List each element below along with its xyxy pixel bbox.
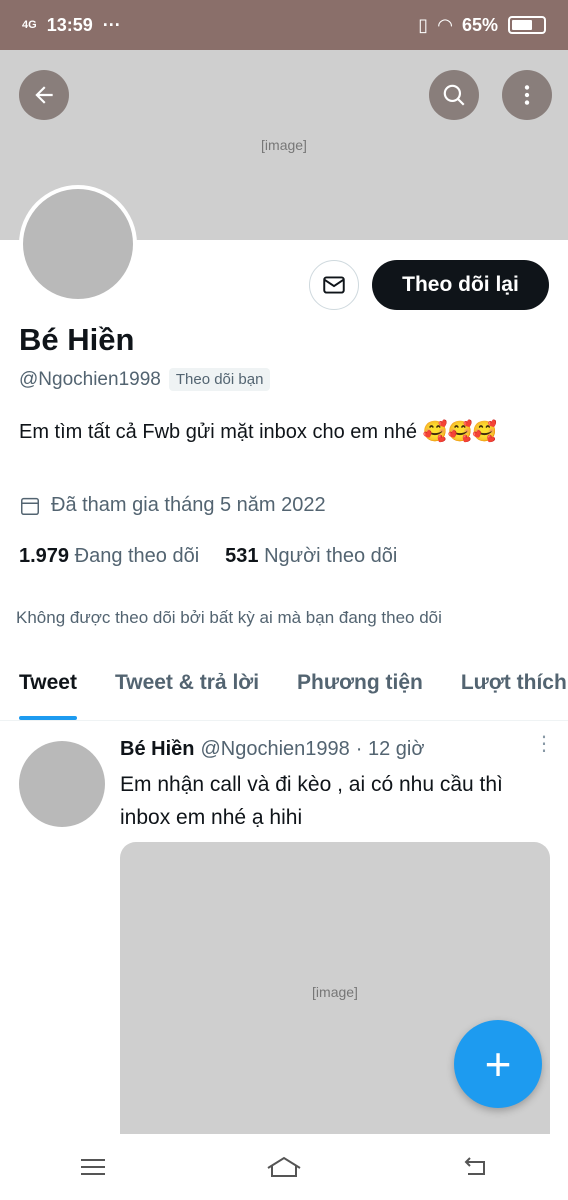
profile-name: Bé Hiền (19, 322, 135, 357)
home-icon[interactable] (264, 1154, 304, 1180)
more-button[interactable] (502, 70, 552, 120)
following-link[interactable]: 1.979 Đang theo dõi (19, 545, 199, 568)
followers-link[interactable]: 531 Người theo dõi (225, 545, 397, 568)
calendar-icon (21, 497, 39, 515)
tweet-time: · 12 giờ (355, 738, 425, 760)
system-nav-bar (0, 1134, 568, 1200)
vibrate-icon: ▯ (418, 14, 429, 35)
profile-tabs: Tweet Tweet & trả lời Phương tiện Lượt t… (0, 655, 568, 721)
tab-media[interactable]: Phương tiện (278, 655, 442, 720)
back-arrow-icon (35, 86, 53, 104)
network-indicator: 4G (22, 19, 37, 31)
search-button[interactable] (429, 70, 479, 120)
clock: 13:59 (46, 14, 93, 35)
back-nav-icon[interactable] (460, 1154, 490, 1180)
profile-handle: @Ngochien1998 (19, 368, 161, 390)
tweet-more-button[interactable]: ⋮ (534, 734, 554, 754)
profile-avatar[interactable] (19, 185, 137, 303)
search-icon (443, 84, 465, 106)
status-bar: 4G 13:59 ··· ▯ ◠ 65% (0, 0, 568, 50)
notification-dots: ··· (102, 14, 121, 35)
battery-icon (508, 16, 546, 34)
battery-percent: 65% (461, 14, 498, 35)
message-button[interactable] (309, 260, 359, 310)
wifi-icon: ◠ (438, 14, 452, 35)
follow-back-button[interactable]: Theo dõi lại (372, 260, 549, 310)
join-date: Đã tham gia tháng 5 năm 2022 (51, 494, 326, 516)
tweet-text: Em nhận call và đi kèo , ai có nhu cầu t… (120, 773, 503, 829)
tweet-media-placeholder: [image] (312, 984, 358, 1000)
follows-you-badge: Theo dõi bạn (168, 368, 271, 391)
tab-tweets[interactable]: Tweet (0, 655, 96, 720)
mail-icon (323, 276, 345, 294)
tab-tweets-replies[interactable]: Tweet & trả lời (96, 655, 278, 720)
tweet-avatar[interactable] (19, 741, 105, 827)
profile-bio: Em tìm tất cả Fwb gửi mặt inbox cho em n… (19, 421, 498, 443)
compose-tweet-button[interactable]: + (454, 1020, 542, 1108)
tab-likes[interactable]: Lượt thích (442, 655, 568, 720)
menu-icon[interactable] (78, 1155, 108, 1179)
back-button[interactable] (19, 70, 69, 120)
tweet-author-name[interactable]: Bé Hiền (120, 738, 194, 761)
not-followed-notice: Không được theo dõi bởi bất kỳ ai mà bạn… (16, 608, 442, 627)
more-vertical-icon (524, 85, 530, 105)
banner-placeholder: [image] (261, 137, 307, 153)
tweet-author-handle: @Ngochien1998 (200, 738, 350, 760)
